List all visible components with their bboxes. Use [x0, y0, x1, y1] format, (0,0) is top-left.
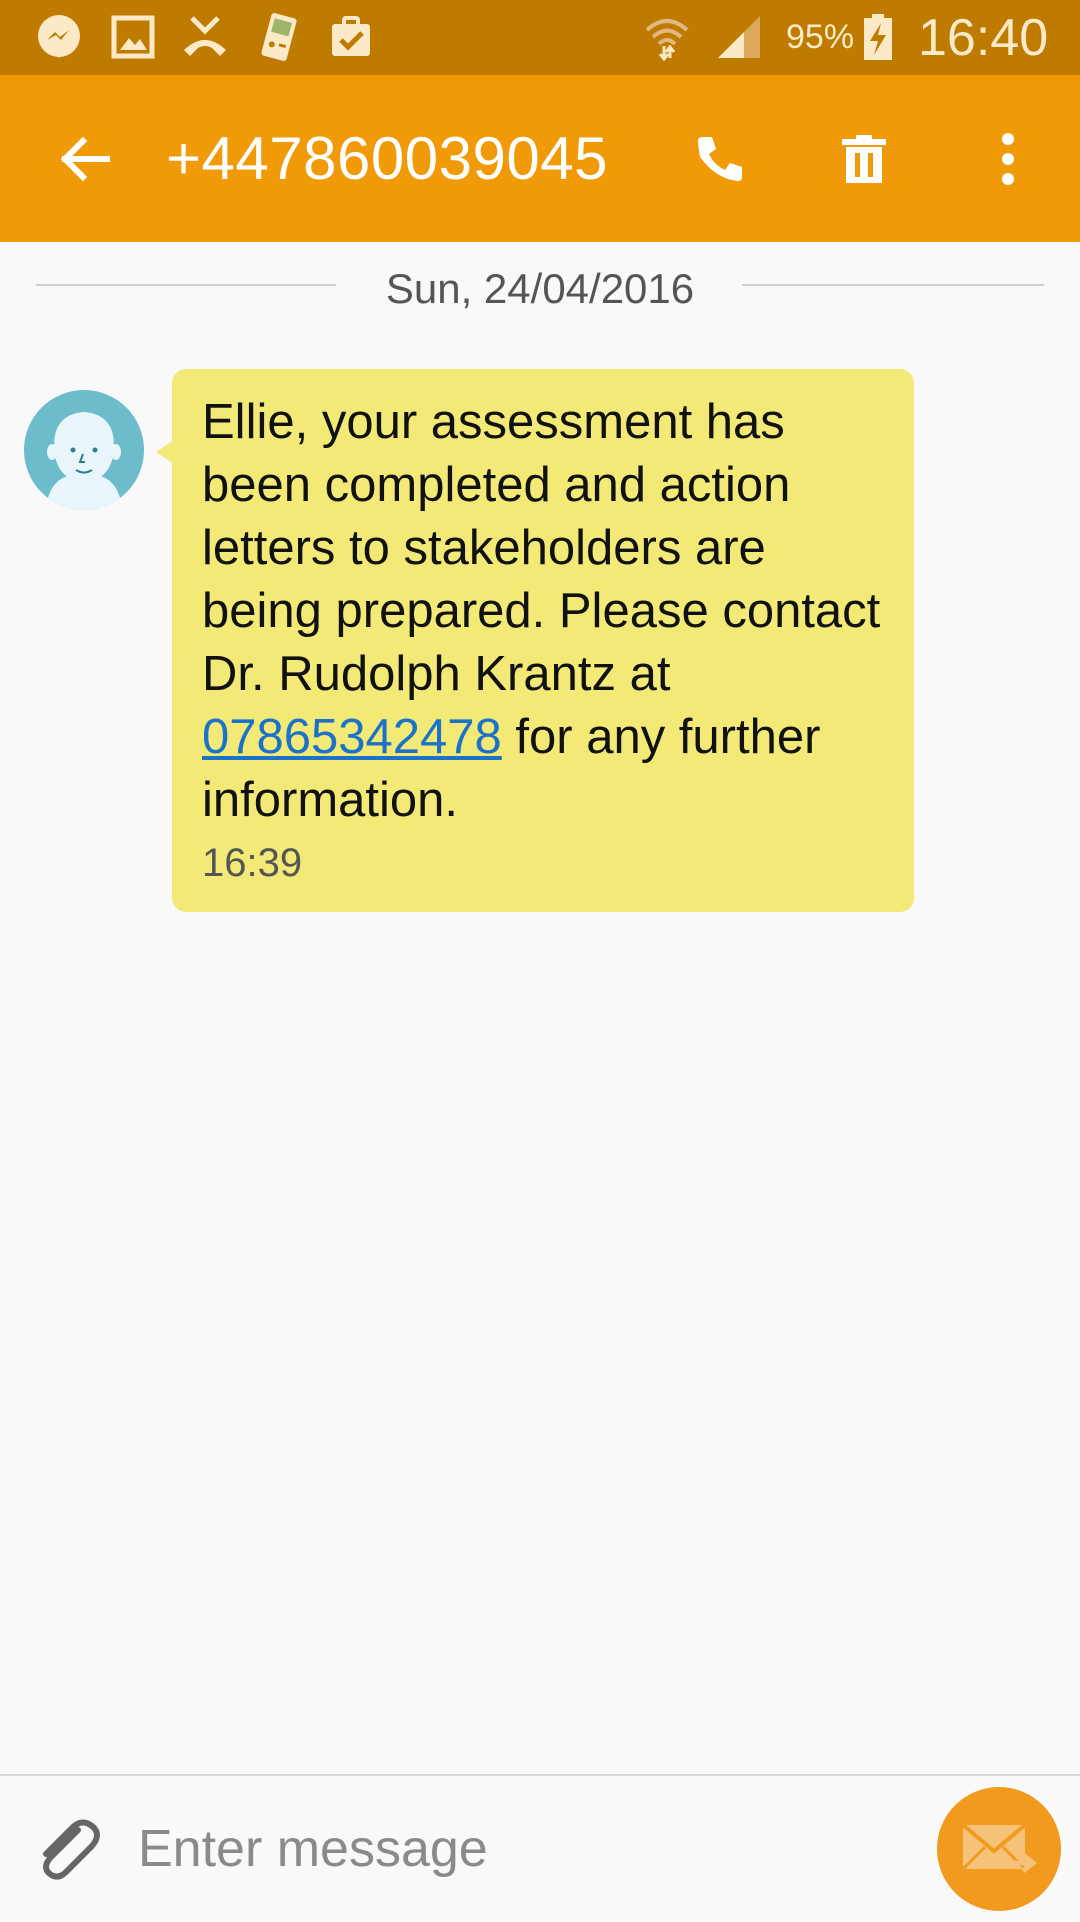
- gameboy-icon: [254, 12, 304, 62]
- message-bubble[interactable]: Ellie, your assessment has been complete…: [172, 369, 914, 912]
- contact-avatar-icon: [46, 412, 122, 510]
- paperclip-icon: [43, 1819, 100, 1880]
- send-button[interactable]: [937, 1787, 1061, 1911]
- attach-button[interactable]: [30, 1812, 104, 1886]
- message-text: Ellie, your assessment has been complete…: [202, 391, 884, 832]
- more-vert-icon: [1002, 132, 1014, 185]
- battery-percent: 95%: [786, 18, 855, 56]
- gallery-icon: [108, 12, 158, 62]
- messenger-icon: [34, 12, 84, 62]
- composer-bar: Enter message: [0, 1774, 1080, 1922]
- status-time: 16:40: [918, 9, 1049, 67]
- battery-charging-icon: [860, 12, 896, 62]
- contact-title: +447860039045: [166, 125, 608, 192]
- call-button[interactable]: [690, 75, 750, 242]
- signal-icon: [714, 12, 764, 62]
- delete-button[interactable]: [834, 75, 894, 242]
- status-bar: 95% 16:40: [0, 0, 1080, 75]
- message-time: 16:39: [202, 841, 303, 885]
- send-envelope-icon: [961, 1823, 1038, 1873]
- missed-call-icon: [180, 12, 230, 62]
- date-separator: Sun, 24/04/2016: [36, 262, 1044, 316]
- clipboard-check-icon: [326, 12, 376, 62]
- conversation-app-bar: +447860039045: [0, 75, 1080, 242]
- phone-number-link[interactable]: 07865342478: [202, 710, 502, 764]
- back-button[interactable]: [50, 75, 120, 242]
- trash-icon: [842, 134, 886, 183]
- more-options-button[interactable]: [986, 75, 1030, 242]
- wifi-icon: [642, 12, 692, 62]
- message-input[interactable]: Enter message: [138, 1806, 898, 1892]
- phone-icon: [698, 136, 742, 181]
- conversation-date: Sun, 24/04/2016: [347, 265, 733, 312]
- avatar[interactable]: [24, 390, 144, 510]
- message-text-start: Ellie, your assessment has been complete…: [202, 395, 881, 701]
- arrow-back-icon: [60, 136, 110, 181]
